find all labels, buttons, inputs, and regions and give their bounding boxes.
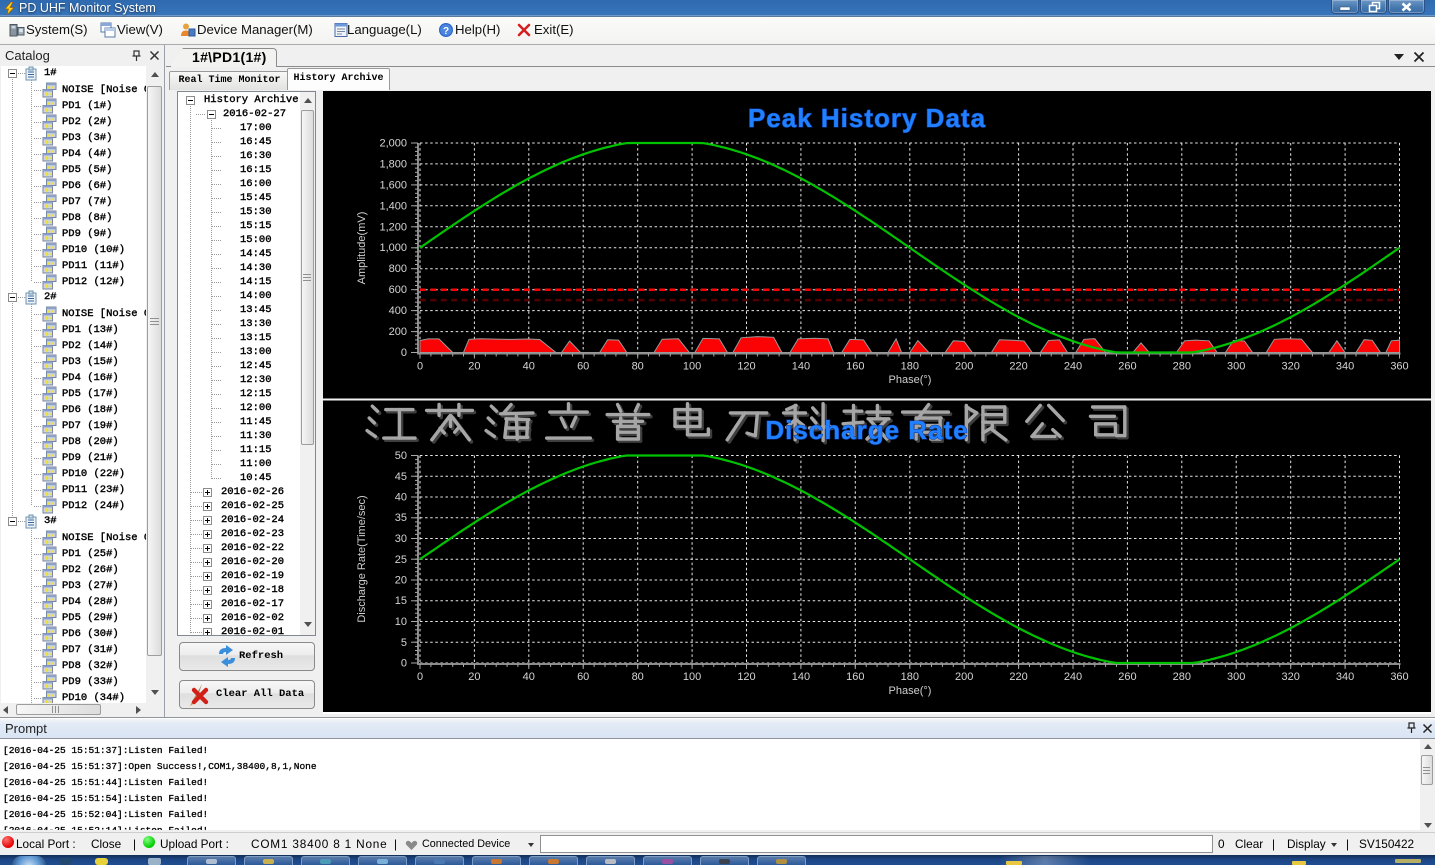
svg-text:80: 80 <box>632 361 644 373</box>
svg-text:15: 15 <box>395 595 407 607</box>
svg-text:80: 80 <box>632 671 644 683</box>
svg-text:60: 60 <box>577 361 589 373</box>
svg-text:280: 280 <box>1173 361 1191 373</box>
svg-text:30: 30 <box>395 533 407 545</box>
svg-text:40: 40 <box>523 361 535 373</box>
svg-text:1,200: 1,200 <box>379 221 407 233</box>
svg-text:160: 160 <box>846 671 864 683</box>
svg-text:360: 360 <box>1390 671 1408 683</box>
svg-text:220: 220 <box>1009 361 1027 373</box>
svg-text:1,600: 1,600 <box>379 179 407 191</box>
svg-text:0: 0 <box>417 671 423 683</box>
svg-text:1,800: 1,800 <box>379 158 407 170</box>
svg-text:340: 340 <box>1336 671 1354 683</box>
svg-text:140: 140 <box>792 671 810 683</box>
svg-text:340: 340 <box>1336 361 1354 373</box>
svg-text:800: 800 <box>389 263 407 275</box>
svg-text:240: 240 <box>1064 671 1082 683</box>
svg-text:260: 260 <box>1118 361 1136 373</box>
svg-text:60: 60 <box>577 671 589 683</box>
svg-text:300: 300 <box>1227 671 1245 683</box>
svg-text:20: 20 <box>468 361 480 373</box>
svg-text:220: 220 <box>1009 671 1027 683</box>
svg-text:2,000: 2,000 <box>379 138 407 150</box>
svg-text:40: 40 <box>523 671 535 683</box>
svg-text:260: 260 <box>1118 671 1136 683</box>
svg-text:5: 5 <box>401 637 407 649</box>
svg-text:400: 400 <box>389 305 407 317</box>
svg-text:35: 35 <box>395 512 407 524</box>
svg-text:200: 200 <box>389 326 407 338</box>
svg-text:280: 280 <box>1173 671 1191 683</box>
svg-text:200: 200 <box>955 361 973 373</box>
svg-text:Phase(°): Phase(°) <box>889 374 932 386</box>
svg-text:180: 180 <box>901 671 919 683</box>
svg-text:Discharge Rate: Discharge Rate <box>765 415 968 445</box>
svg-text:240: 240 <box>1064 361 1082 373</box>
svg-text:20: 20 <box>468 671 480 683</box>
svg-text:Discharge Rate(Time/sec): Discharge Rate(Time/sec) <box>356 495 368 622</box>
svg-text:40: 40 <box>395 492 407 504</box>
svg-text:0: 0 <box>401 347 407 359</box>
svg-text:300: 300 <box>1227 361 1245 373</box>
svg-text:Amplitude(mV): Amplitude(mV) <box>356 212 368 285</box>
svg-text:320: 320 <box>1282 361 1300 373</box>
svg-text:1,400: 1,400 <box>379 200 407 212</box>
svg-text:20: 20 <box>395 575 407 587</box>
svg-text:360: 360 <box>1390 361 1408 373</box>
svg-text:600: 600 <box>389 284 407 296</box>
svg-text:45: 45 <box>395 471 407 483</box>
svg-text:320: 320 <box>1282 671 1300 683</box>
svg-text:120: 120 <box>737 361 755 373</box>
svg-text:200: 200 <box>955 671 973 683</box>
svg-text:180: 180 <box>901 361 919 373</box>
svg-text:0: 0 <box>417 361 423 373</box>
svg-text:0: 0 <box>401 658 407 670</box>
svg-text:100: 100 <box>683 671 701 683</box>
svg-text:120: 120 <box>737 671 755 683</box>
svg-text:160: 160 <box>846 361 864 373</box>
svg-text:25: 25 <box>395 554 407 566</box>
svg-text:50: 50 <box>395 450 407 462</box>
svg-text:1,000: 1,000 <box>379 242 407 254</box>
svg-text:?: ? <box>443 26 449 37</box>
svg-text:Peak History Data: Peak History Data <box>748 103 986 133</box>
svg-text:100: 100 <box>683 361 701 373</box>
svg-text:10: 10 <box>395 616 407 628</box>
svg-text:Phase(°): Phase(°) <box>889 685 932 697</box>
svg-text:140: 140 <box>792 361 810 373</box>
